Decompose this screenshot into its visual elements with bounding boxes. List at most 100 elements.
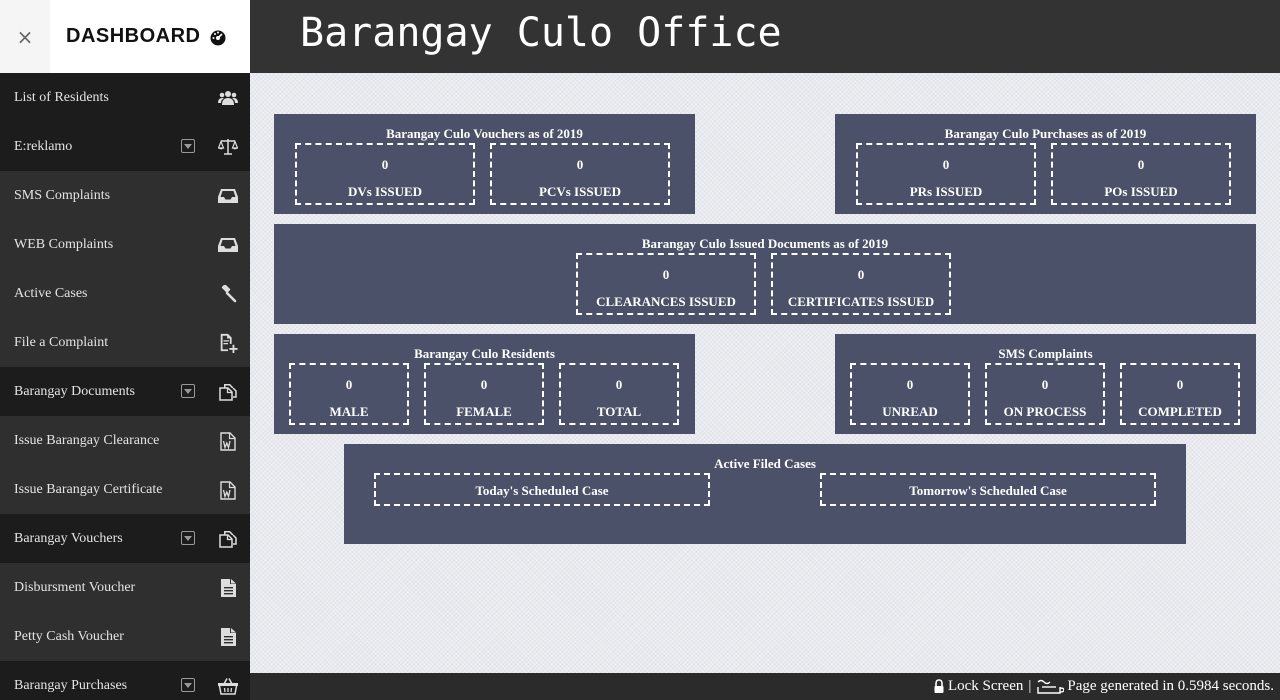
sidebar-item-sms-complaints[interactable]: SMS Complaints bbox=[0, 171, 250, 220]
footer-separator: | bbox=[1028, 678, 1032, 694]
stat-value: 0 bbox=[906, 377, 914, 392]
stat-label: FEMALE bbox=[456, 404, 512, 419]
prs-issued-stat[interactable]: 0 PRs ISSUED bbox=[856, 143, 1036, 205]
stat-value: 0 bbox=[662, 267, 670, 282]
stat-label: MALE bbox=[329, 404, 369, 419]
stat-label: CLEARANCES ISSUED bbox=[596, 294, 736, 309]
sidebar-item-barangay-purchases[interactable]: Barangay Purchases bbox=[0, 661, 250, 700]
close-icon[interactable]: × bbox=[0, 0, 50, 73]
pcvs-issued-stat[interactable]: 0 PCVs ISSUED bbox=[490, 143, 670, 205]
male-stat[interactable]: 0 MALE bbox=[289, 363, 409, 425]
chevron-down-icon[interactable] bbox=[181, 531, 195, 545]
todays-scheduled-case[interactable]: Today's Scheduled Case bbox=[374, 473, 710, 506]
stat-label: UNREAD bbox=[882, 404, 938, 419]
sidebar-item-label: Disbursment Voucher bbox=[14, 579, 136, 595]
tomorrows-scheduled-case[interactable]: Tomorrow's Scheduled Case bbox=[820, 473, 1156, 506]
inbox-icon bbox=[218, 186, 238, 206]
sidebar-item-label: E:reklamo bbox=[14, 138, 73, 154]
lock-icon bbox=[933, 679, 945, 694]
pos-issued-stat[interactable]: 0 POs ISSUED bbox=[1051, 143, 1231, 205]
stat-label: COMPLETED bbox=[1138, 404, 1222, 419]
sidebar-item-active-cases[interactable]: Active Cases bbox=[0, 269, 250, 318]
sidebar-header: × DASHBOARD bbox=[0, 0, 250, 73]
word-file-icon bbox=[218, 480, 238, 500]
sidebar-item-file-a-complaint[interactable]: File a Complaint bbox=[0, 318, 250, 367]
hourglass-tray-icon bbox=[1036, 679, 1065, 695]
sidebar-item-label: Barangay Vouchers bbox=[14, 530, 123, 546]
copy-icon bbox=[218, 529, 238, 549]
sms-complaints-panel: SMS Complaints 0 UNREAD 0 ON PROCESS 0 C… bbox=[835, 334, 1256, 434]
sidebar-item-disbursment-voucher[interactable]: Disbursment Voucher bbox=[0, 563, 250, 612]
female-stat[interactable]: 0 FEMALE bbox=[424, 363, 544, 425]
copy-icon bbox=[218, 382, 238, 402]
chevron-down-icon[interactable] bbox=[181, 139, 195, 153]
stat-label: PCVs ISSUED bbox=[539, 184, 621, 199]
stat-value: 0 bbox=[381, 157, 389, 172]
stat-value: 0 bbox=[1137, 157, 1145, 172]
sidebar-item-list-of-residents[interactable]: List of Residents bbox=[0, 73, 250, 122]
unread-stat[interactable]: 0 UNREAD bbox=[850, 363, 970, 425]
active-cases-panel-title: Active Filed Cases bbox=[714, 456, 816, 471]
sms-complaints-panel-title: SMS Complaints bbox=[998, 346, 1093, 361]
chevron-down-icon[interactable] bbox=[181, 678, 195, 692]
documents-panel-title: Barangay Culo Issued Documents as of 201… bbox=[641, 236, 889, 251]
sidebar-item-label: Active Cases bbox=[14, 285, 88, 301]
footer: Lock Screen | Page generated in 0.5984 s… bbox=[250, 673, 1280, 700]
stat-value: 0 bbox=[1041, 377, 1049, 392]
sidebar-item-label: Petty Cash Voucher bbox=[14, 628, 124, 644]
dvs-issued-stat[interactable]: 0 DVs ISSUED bbox=[295, 143, 475, 205]
gavel-icon bbox=[218, 284, 238, 304]
balance-scale-icon bbox=[218, 137, 238, 157]
sidebar-title[interactable]: DASHBOARD bbox=[66, 25, 201, 48]
stat-value: 0 bbox=[345, 377, 353, 392]
dashboard-content: Barangay Culo Vouchers as of 2019 0 DVs … bbox=[250, 73, 1280, 673]
clearances-issued-stat[interactable]: 0 CLEARANCES ISSUED bbox=[576, 253, 756, 315]
vouchers-panel: Barangay Culo Vouchers as of 2019 0 DVs … bbox=[274, 114, 695, 214]
stat-label: TOTAL bbox=[596, 404, 642, 419]
chevron-down-icon[interactable] bbox=[181, 384, 195, 398]
sidebar-item-issue-barangay-certificate[interactable]: Issue Barangay Certificate bbox=[0, 465, 250, 514]
dashboard-gauge-icon bbox=[209, 28, 227, 46]
sidebar-item-barangay-vouchers[interactable]: Barangay Vouchers bbox=[0, 514, 250, 563]
basket-icon bbox=[218, 676, 238, 696]
stat-label: ON PROCESS bbox=[1003, 404, 1087, 419]
sidebar-item-label: SMS Complaints bbox=[14, 187, 111, 203]
sidebar-item-petty-cash-voucher[interactable]: Petty Cash Voucher bbox=[0, 612, 250, 661]
sidebar-item-web-complaints[interactable]: WEB Complaints bbox=[0, 220, 250, 269]
stat-label: PRs ISSUED bbox=[909, 184, 983, 199]
sidebar-item-barangay-documents[interactable]: Barangay Documents bbox=[0, 367, 250, 416]
residents-panel-title: Barangay Culo Residents bbox=[414, 346, 555, 361]
sidebar-item-label: Issue Barangay Clearance bbox=[14, 432, 160, 448]
sidebar-item-issue-barangay-clearance[interactable]: Issue Barangay Clearance bbox=[0, 416, 250, 465]
stat-value: 0 bbox=[480, 377, 488, 392]
file-text-icon bbox=[218, 627, 238, 647]
sidebar-item-label: List of Residents bbox=[14, 89, 109, 105]
stat-label: POs ISSUED bbox=[1104, 184, 1178, 199]
stat-label: CERTIFICATES ISSUED bbox=[787, 294, 935, 309]
users-icon bbox=[218, 88, 238, 108]
stat-value: 0 bbox=[576, 157, 584, 172]
stat-value: 0 bbox=[942, 157, 950, 172]
purchases-panel-title: Barangay Culo Purchases as of 2019 bbox=[944, 126, 1147, 141]
case-label: Tomorrow's Scheduled Case bbox=[909, 483, 1067, 498]
file-text-icon bbox=[218, 578, 238, 598]
sidebar-item-label: File a Complaint bbox=[14, 334, 109, 350]
sidebar-item-label: Barangay Purchases bbox=[14, 677, 128, 693]
residents-panel: Barangay Culo Residents 0 MALE 0 FEMALE … bbox=[274, 334, 695, 434]
vouchers-panel-title: Barangay Culo Vouchers as of 2019 bbox=[386, 126, 583, 141]
inbox-icon bbox=[218, 235, 238, 255]
case-label: Today's Scheduled Case bbox=[475, 483, 609, 498]
sidebar: × DASHBOARD List of Residents E:reklamo … bbox=[0, 0, 250, 700]
on-process-stat[interactable]: 0 ON PROCESS bbox=[985, 363, 1105, 425]
file-plus-icon bbox=[218, 333, 238, 353]
completed-stat[interactable]: 0 COMPLETED bbox=[1120, 363, 1240, 425]
word-file-icon bbox=[218, 431, 238, 451]
stat-value: 0 bbox=[615, 377, 623, 392]
sidebar-item-ereklamo[interactable]: E:reklamo bbox=[0, 122, 250, 171]
sidebar-item-label: Issue Barangay Certificate bbox=[14, 481, 163, 497]
lock-screen-link[interactable]: Lock Screen bbox=[948, 678, 1023, 695]
stat-label: DVs ISSUED bbox=[347, 184, 423, 199]
certificates-issued-stat[interactable]: 0 CERTIFICATES ISSUED bbox=[771, 253, 951, 315]
active-cases-panel: Active Filed Cases Today's Scheduled Cas… bbox=[344, 444, 1186, 544]
total-stat[interactable]: 0 TOTAL bbox=[559, 363, 679, 425]
